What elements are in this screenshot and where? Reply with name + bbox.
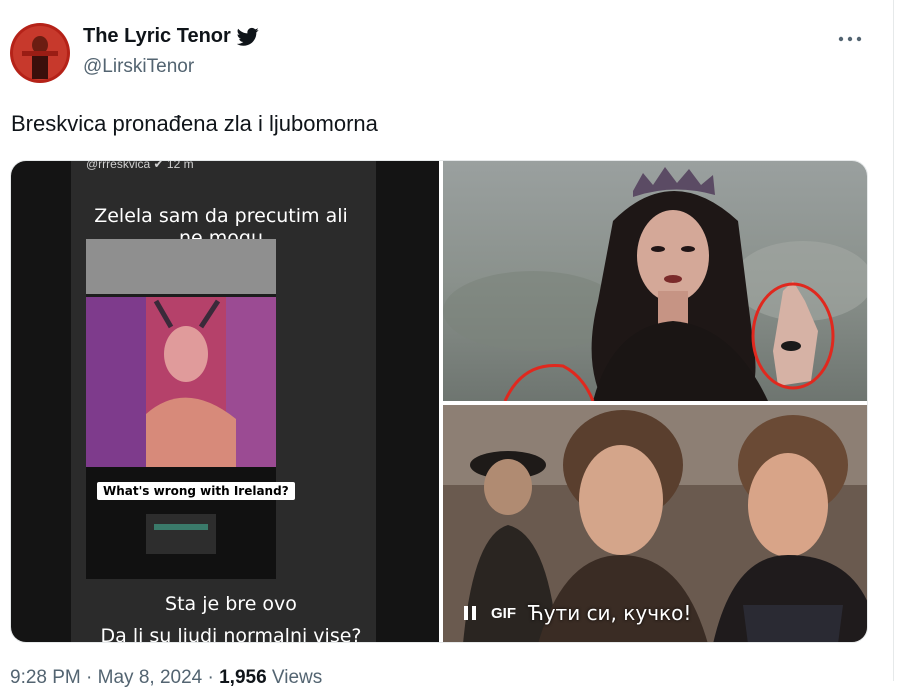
story-text-bottom-1: Sta je bre ovo [165,593,297,615]
media-story-screenshot[interactable]: @rrreskvica ✔ 12 m Zelela sam da precuti… [11,161,439,643]
twitter-bird-icon [236,27,259,47]
pause-icon[interactable] [463,605,477,621]
more-icon[interactable] [838,26,862,49]
gif-controls: GIF Ћути си, кучко! [463,601,691,625]
media-grid: @rrreskvica ✔ 12 m Zelela sam da precuti… [10,160,868,643]
story-photo [86,239,276,579]
tweet-meta: 9:28 PM · May 8, 2024 · 1,956 Views [10,667,322,689]
gif-subtitle: Ћути си, кучко! [528,601,692,625]
story-caption: What's wrong with Ireland? [97,482,295,500]
avatar[interactable] [10,23,70,83]
handle[interactable]: @LirskiTenor [83,56,194,78]
column-border [893,0,894,681]
gif-badge: GIF [491,604,516,622]
story-header: @rrreskvica ✔ 12 m [86,161,194,171]
views-count: 1,956 [219,667,267,688]
display-name-text[interactable]: The Lyric Tenor [83,25,231,48]
media-gif[interactable]: GIF Ћути си, кучко! [443,405,867,642]
tweet-time[interactable]: 9:28 PM · May 8, 2024 · [10,667,219,688]
story-text-bottom-2: Da li su ljudi normalni vise? [100,625,362,643]
media-photo[interactable] [443,161,867,401]
display-name[interactable]: The Lyric Tenor [83,25,259,48]
views-label: Views [266,667,323,688]
tweet-text: Breskvica pronađena zla i ljubomorna [11,111,378,136]
